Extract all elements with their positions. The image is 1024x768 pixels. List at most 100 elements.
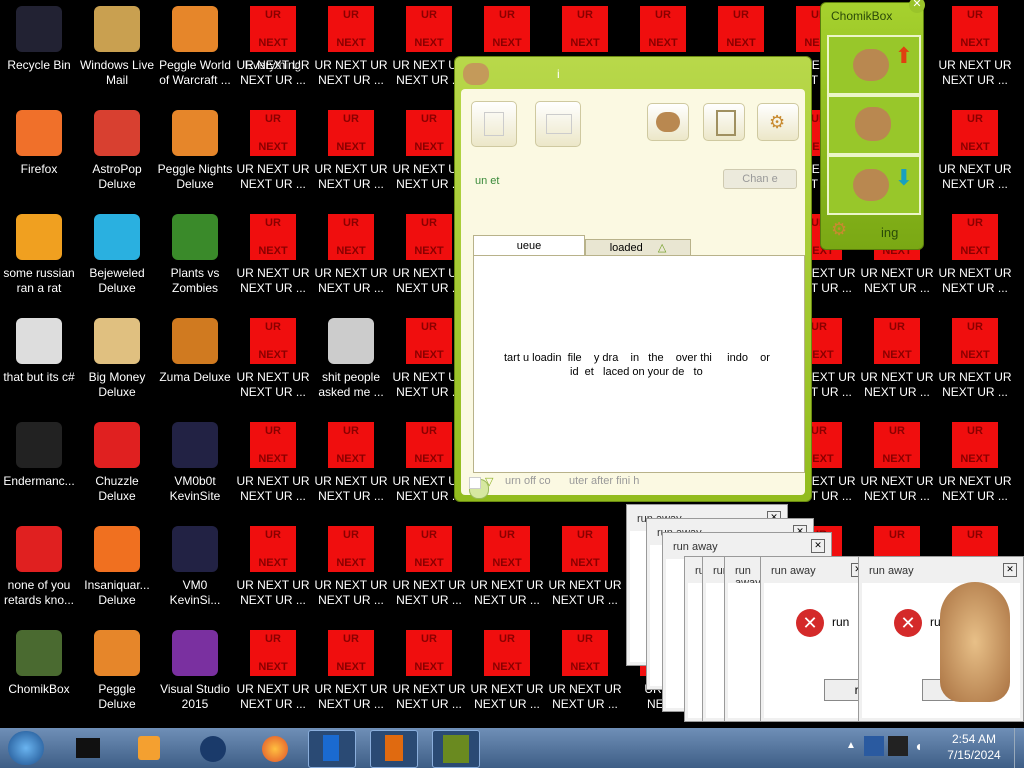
taskbar-chomikbox[interactable] — [432, 730, 480, 768]
file-icon — [16, 526, 62, 572]
sync-hamster[interactable] — [827, 95, 921, 155]
hamster-headphones-icon — [855, 107, 891, 141]
ur-next-icon[interactable]: UR NEXT UR NEXT UR NEXT UR ... — [468, 520, 546, 620]
ur-next-icon[interactable]: UR NEXT UR NEXT UR NEXT UR ... — [234, 416, 312, 516]
clipboard-button[interactable] — [703, 103, 745, 141]
taskbar-app-3[interactable] — [190, 730, 236, 766]
media-player-icon — [138, 736, 160, 760]
download-hamster[interactable]: ⬇ — [827, 155, 921, 215]
ur-next-icon[interactable]: UR NEXT UR NEXT UR NEXT UR ... — [312, 520, 390, 620]
chomikbox-window[interactable]: i ⚙ un et Chan e ueue loaded △ tart u lo… — [454, 56, 812, 502]
ur-bottom-text: NEXT — [648, 37, 678, 49]
desktop-icon-label: that but its c# — [3, 370, 75, 384]
desktop-icon[interactable]: Recycle Bin — [0, 0, 78, 100]
ur-next-icon[interactable]: UR NEXT UR NEXT UR NEXT UR ... — [234, 0, 312, 100]
ur-next-icon[interactable]: UR NEXT UR NEXT UR NEXT UR ... — [390, 624, 468, 724]
desktop-icon-label: UR NEXT UR NEXT UR ... — [938, 370, 1012, 399]
ur-next-icon[interactable]: UR NEXT UR NEXT UR NEXT UR ... — [936, 312, 1014, 412]
ur-next-icon[interactable]: UR NEXT UR NEXT UR NEXT UR ... — [390, 520, 468, 620]
taskbar-app-6[interactable] — [370, 730, 418, 768]
ur-next-icon[interactable]: UR NEXT UR NEXT UR NEXT UR ... — [312, 0, 390, 100]
chomikbox-widget[interactable]: ChomikBox ✕ ⬆ ⬇ ⚙ ing — [820, 0, 925, 250]
ur-next-icon[interactable]: UR NEXT UR NEXT UR NEXT UR ... — [936, 416, 1014, 516]
hamster-button[interactable] — [647, 103, 689, 141]
taskbar-media-player[interactable] — [128, 730, 174, 766]
desktop-icon[interactable]: Peggle Deluxe — [78, 624, 156, 724]
ur-next-icon[interactable]: UR NEXT UR NEXT UR NEXT UR ... — [312, 624, 390, 724]
ur-next-icon[interactable]: UR NEXT UR NEXT UR NEXT UR ... — [312, 416, 390, 516]
ur-next-icon[interactable]: UR NEXT UR NEXT UR NEXT UR ... — [936, 104, 1014, 204]
desktop-icon[interactable]: Peggle Nights Deluxe — [156, 104, 234, 204]
desktop-icon-label: AstroPop Deluxe — [92, 162, 142, 191]
desktop-icon[interactable]: ChomikBox — [0, 624, 78, 724]
clock-date[interactable]: 7/15/2024 — [944, 748, 1004, 762]
close-icon[interactable]: ✕ — [811, 539, 825, 553]
desktop-icon[interactable]: Plants vs Zombies — [156, 208, 234, 308]
ur-next-icon[interactable]: UR NEXT UR NEXT UR NEXT UR ... — [234, 520, 312, 620]
desktop-icon-label: UR NEXT UR NEXT UR ... — [470, 682, 544, 711]
network-icon[interactable] — [864, 736, 884, 756]
desktop-icon[interactable]: AstroPop Deluxe — [78, 104, 156, 204]
desktop-icon[interactable]: VM0b0t KevinSite — [156, 416, 234, 516]
desktop-icon[interactable]: Peggle World of Warcraft ... — [156, 0, 234, 100]
desktop-icon[interactable]: none of you retards kno... — [0, 520, 78, 620]
add-files-button[interactable] — [471, 101, 517, 147]
change-button[interactable]: Chan e — [723, 169, 797, 189]
error-dialog[interactable]: run away✕✕runru — [760, 556, 896, 722]
desktop-icon-label: UR NEXT UR NEXT UR ... — [938, 162, 1012, 191]
ur-next-icon[interactable]: UR NEXT UR NEXT UR NEXT UR ... — [858, 416, 936, 516]
add-folder-button[interactable] — [535, 101, 581, 147]
ur-next-icon[interactable]: UR NEXT UR NEXT UR NEXT UR ... — [312, 208, 390, 308]
close-icon[interactable]: ✕ — [1003, 563, 1017, 577]
shutdown-checkbox[interactable] — [469, 477, 481, 489]
show-desktop-button[interactable] — [1014, 728, 1024, 768]
taskbar-app-1[interactable] — [66, 730, 112, 766]
desktop-icon[interactable]: Bejeweled Deluxe — [78, 208, 156, 308]
upload-hamster[interactable]: ⬆ — [827, 35, 921, 95]
tab-loaded-label: loaded — [609, 242, 643, 254]
ur-top-text: UR — [421, 321, 437, 333]
ur-bottom-text: NEXT — [960, 37, 990, 49]
start-button[interactable] — [8, 731, 44, 765]
desktop-icon[interactable]: Firefox — [0, 104, 78, 204]
ur-next-icon[interactable]: UR NEXT UR NEXT UR NEXT UR ... — [546, 624, 624, 724]
desktop-icon[interactable]: VM0 KevinSi... — [156, 520, 234, 620]
upload-drop-area[interactable]: tart u loadin file y dra in the over thi… — [473, 255, 805, 473]
ur-bottom-text: NEXT — [960, 245, 990, 257]
taskbar-firefox[interactable] — [252, 730, 298, 766]
ur-next-icon[interactable]: UR NEXT UR NEXT UR NEXT UR ... — [234, 208, 312, 308]
desktop-icon[interactable]: Chuzzle Deluxe — [78, 416, 156, 516]
taskbar-app-5[interactable] — [308, 730, 356, 768]
show-hidden-icons-icon[interactable]: ▲ — [846, 740, 856, 751]
desktop-icon[interactable]: shit people asked me ... — [312, 312, 390, 412]
desktop-icon[interactable]: Endermanc... — [0, 416, 78, 516]
ur-bottom-text: NEXT — [882, 453, 912, 465]
desktop-icon[interactable]: that but its c# — [0, 312, 78, 412]
ur-bottom-text: NEXT — [414, 37, 444, 49]
ur-next-icon[interactable]: UR NEXT UR NEXT UR NEXT UR ... — [468, 624, 546, 724]
desktop-icon-label: shit people asked me ... — [318, 370, 384, 399]
desktop-icon[interactable]: Windows Live Mail — [78, 0, 156, 100]
ur-next-icon[interactable]: UR NEXT UR NEXT UR NEXT UR ... — [936, 0, 1014, 100]
settings-button[interactable]: ⚙ — [757, 103, 799, 141]
peggle-nights-icon — [172, 110, 218, 156]
ur-next-icon[interactable]: UR NEXT UR NEXT UR NEXT UR ... — [234, 104, 312, 204]
desktop-icon[interactable]: some russian ran a rat — [0, 208, 78, 308]
monitor-icon[interactable] — [888, 736, 908, 756]
desktop-icon[interactable]: Insaniquar... Deluxe — [78, 520, 156, 620]
clock-time[interactable]: 2:54 AM — [948, 732, 1000, 746]
desktop-icon[interactable]: Visual Studio 2015 — [156, 624, 234, 724]
ur-next-icon[interactable]: UR NEXT UR NEXT UR NEXT UR ... — [546, 520, 624, 620]
ur-next-tile-icon: UR NEXT — [250, 422, 296, 468]
tab-queue[interactable]: ueue — [473, 235, 585, 256]
volume-icon[interactable]: ◖ — [914, 738, 922, 754]
gear-icon[interactable]: ⚙ — [831, 219, 847, 240]
desktop-icon[interactable]: Zuma Deluxe — [156, 312, 234, 412]
ur-next-icon[interactable]: UR NEXT UR NEXT UR NEXT UR ... — [234, 624, 312, 724]
desktop-icon[interactable]: Big Money Deluxe — [78, 312, 156, 412]
ur-next-icon[interactable]: UR NEXT UR NEXT UR NEXT UR ... — [312, 104, 390, 204]
close-icon[interactable]: ✕ — [909, 0, 925, 13]
ur-next-icon[interactable]: UR NEXT UR NEXT UR NEXT UR ... — [936, 208, 1014, 308]
ur-next-icon[interactable]: UR NEXT UR NEXT UR NEXT UR ... — [234, 312, 312, 412]
ur-next-icon[interactable]: UR NEXT UR NEXT UR NEXT UR ... — [858, 312, 936, 412]
